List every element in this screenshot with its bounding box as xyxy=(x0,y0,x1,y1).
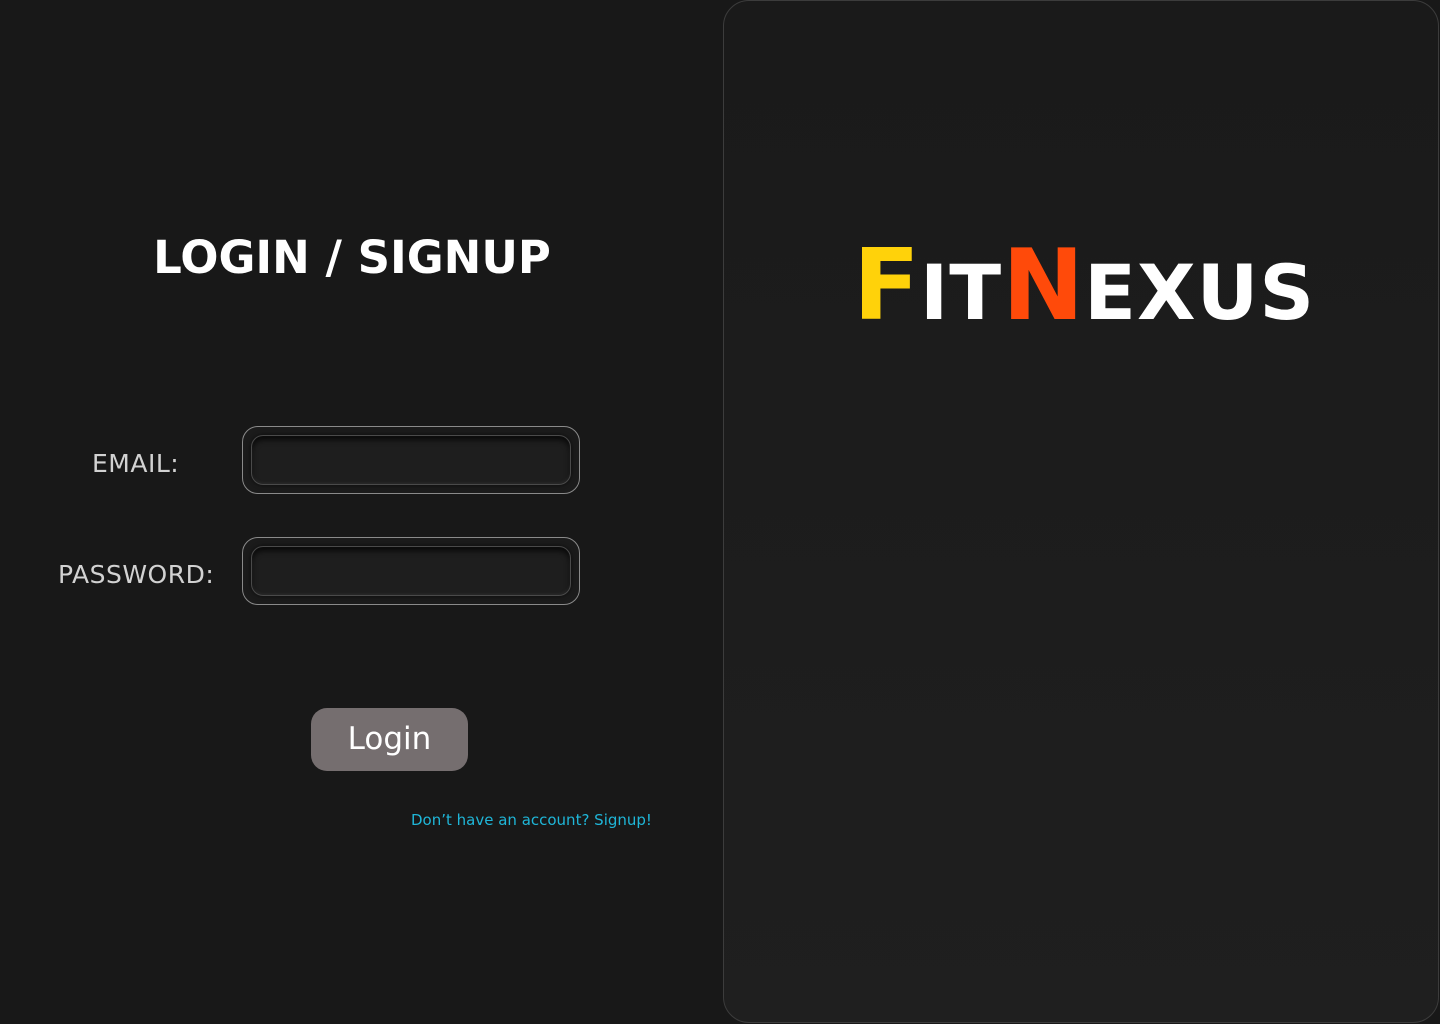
email-label: EMAIL: xyxy=(92,449,180,478)
password-field-frame xyxy=(242,537,580,605)
logo-letters-exus: EXUS xyxy=(1084,248,1316,337)
password-label: PASSWORD: xyxy=(58,560,215,589)
password-input[interactable] xyxy=(251,546,571,596)
email-input[interactable] xyxy=(251,435,571,485)
logo-letter-f: F xyxy=(853,229,920,343)
brand-panel: F IT N EXUS xyxy=(723,0,1439,1023)
email-field-frame xyxy=(242,426,580,494)
login-panel: LOGIN / SIGNUP EMAIL: PASSWORD: Login Do… xyxy=(0,0,724,1024)
page-title: LOGIN / SIGNUP xyxy=(153,231,551,284)
logo-letters-it: IT xyxy=(919,248,1003,337)
fitnexus-logo: F IT N EXUS xyxy=(853,237,1315,335)
logo-letter-n: N xyxy=(1002,229,1085,343)
login-button[interactable]: Login xyxy=(311,708,468,771)
signup-link[interactable]: Don’t have an account? Signup! xyxy=(411,810,652,830)
